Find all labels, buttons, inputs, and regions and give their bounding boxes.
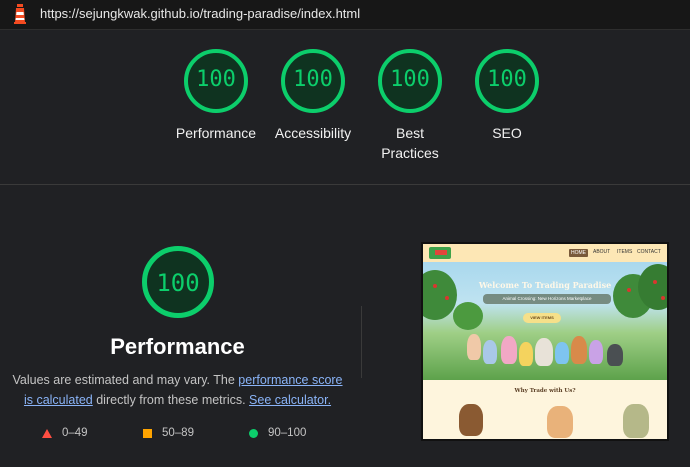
gauge-label: Performance	[175, 125, 257, 141]
thumb-nav-about: ABOUT	[593, 249, 611, 255]
legend-pass: 90–100	[249, 427, 306, 439]
performance-description: Values are estimated and may vary. The p…	[10, 370, 345, 410]
score-value: 100	[196, 67, 236, 92]
legend-fail: 0–49	[42, 427, 88, 439]
thumb-section-title: Why Trade with Us?	[514, 388, 576, 394]
page-url[interactable]: https://sejungkwak.github.io/trading-par…	[40, 6, 360, 21]
desc-text: Values are estimated and may vary. The	[12, 373, 239, 387]
legend-range: 90–100	[268, 427, 307, 439]
gauge-performance[interactable]: 100 Performance	[168, 49, 264, 143]
score-ring: 100	[281, 49, 345, 113]
villager-icon	[467, 334, 481, 360]
score-ring: 100	[184, 49, 248, 113]
pass-circle-icon	[249, 428, 258, 438]
thumb-nav-contact: CONTACT	[637, 249, 661, 255]
score-value: 100	[293, 67, 333, 92]
villager-icon	[589, 340, 603, 364]
gauge-label: Accessibility	[274, 125, 352, 141]
gauge-seo[interactable]: 100 SEO	[459, 49, 555, 143]
gauge-label: Best Practices	[381, 125, 439, 161]
fruit-icon	[661, 296, 665, 300]
score-gauges: 100 Performance 100 Accessibility 100 Be…	[0, 30, 690, 185]
villager-icon	[535, 338, 553, 366]
score-value: 100	[487, 67, 527, 92]
villager-icon	[483, 340, 497, 364]
villager-icon	[607, 344, 623, 366]
average-square-icon	[143, 428, 152, 438]
character-icon	[459, 404, 483, 436]
thumb-hero-subtitle: Animal Crossing: New Horizons Marketplac…	[483, 294, 611, 304]
thumb-hero: Welcome To Trading Paradise Animal Cross…	[423, 262, 667, 380]
vertical-divider	[361, 306, 362, 378]
thumb-section: Why Trade with Us?	[423, 380, 667, 439]
villager-icon	[519, 342, 533, 366]
character-icon	[547, 406, 573, 438]
tree-icon	[453, 302, 483, 330]
score-ring: 100	[378, 49, 442, 113]
score-value: 100	[390, 67, 430, 92]
thumb-nav-home: HOME	[569, 249, 588, 257]
thumb-hero-button: VIEW ITEMS	[523, 313, 561, 323]
character-icon	[623, 404, 649, 438]
villager-icon	[555, 342, 569, 364]
fail-triangle-icon	[42, 428, 52, 438]
gauge-best-practices[interactable]: 100 Best Practices	[362, 49, 458, 163]
gauge-accessibility[interactable]: 100 Accessibility	[265, 49, 361, 143]
score-legend: 0–49 50–89 90–100	[0, 427, 360, 443]
legend-range: 50–89	[162, 427, 194, 439]
performance-title: Performance	[110, 334, 245, 359]
legend-range: 0–49	[62, 427, 88, 439]
lighthouse-icon	[14, 4, 26, 24]
site-logo-accent	[435, 250, 447, 255]
tree-icon	[423, 270, 457, 320]
performance-gauge: 100	[142, 246, 214, 318]
legend-average: 50–89	[143, 427, 194, 439]
fruit-icon	[445, 296, 449, 300]
section-divider	[0, 184, 690, 185]
thumb-nav-items: ITEMS	[617, 249, 633, 255]
villager-icon	[571, 336, 587, 364]
gauge-label: SEO	[492, 125, 522, 141]
thumb-hero-title: Welcome To Trading Paradise	[478, 280, 612, 290]
thumb-navbar: HOME ABOUT ITEMS CONTACT	[423, 244, 667, 262]
url-bar: https://sejungkwak.github.io/trading-par…	[0, 0, 690, 30]
desc-text: directly from these metrics.	[92, 393, 250, 407]
calculator-link[interactable]: See calculator.	[249, 393, 331, 407]
performance-score: 100	[156, 269, 200, 297]
page-screenshot-thumbnail[interactable]: HOME ABOUT ITEMS CONTACT Welcome To Trad…	[421, 242, 669, 441]
villager-icon	[501, 336, 517, 364]
score-ring: 100	[475, 49, 539, 113]
